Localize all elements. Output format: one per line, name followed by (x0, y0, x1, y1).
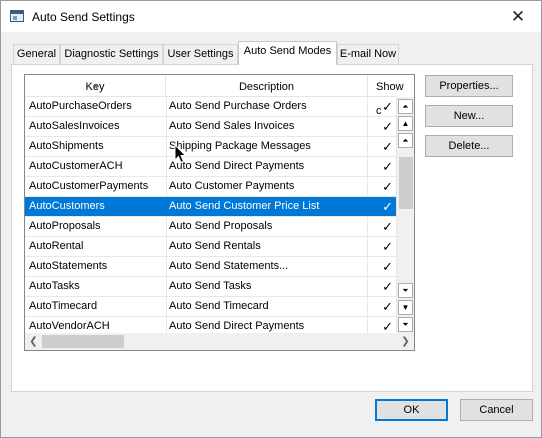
scroll-right-icon[interactable]: ❯ (397, 333, 414, 350)
horizontal-scroll-thumb[interactable] (42, 335, 124, 348)
scroll-left-icon[interactable]: ❮ (25, 333, 42, 350)
row-description: Auto Send Tasks (169, 280, 252, 292)
title-bar: Auto Send Settings ✕ (1, 1, 541, 32)
tab-auto-send-modes[interactable]: Auto Send Modes (238, 41, 337, 65)
scroll-to-top-icon[interactable]: ⏶ (398, 99, 413, 114)
scroll-page-up-icon[interactable]: ⏶ (398, 133, 413, 148)
row-description: Auto Send Direct Payments (169, 160, 305, 172)
row-description: Shipping Package Messages (169, 140, 311, 152)
table-row[interactable]: AutoProposals Auto Send Proposals ✓ (25, 217, 396, 237)
app-window-icon (10, 10, 24, 22)
cancel-button[interactable]: Cancel (460, 399, 533, 421)
tab-email-now[interactable]: E-mail Now (337, 44, 399, 64)
row-key: AutoSalesInvoices (29, 120, 120, 132)
auto-send-settings-window: Auto Send Settings ✕ General Diagnostic … (0, 0, 542, 438)
scroll-to-bottom-icon[interactable]: ⏷ (398, 317, 413, 332)
checkmark-icon[interactable]: ✓ (368, 277, 396, 297)
checkmark-icon[interactable]: ✓ (368, 157, 396, 177)
auto-send-modes-list[interactable]: ▼ Key Description Show c AutoPurchaseOrd… (24, 74, 415, 351)
close-button[interactable]: ✕ (495, 1, 541, 32)
row-key: AutoShipments (29, 140, 104, 152)
row-key: AutoRental (29, 240, 84, 252)
checkmark-icon[interactable]: ✓ (368, 97, 396, 117)
checkmark-icon[interactable]: ✓ (368, 217, 396, 237)
row-key: AutoTimecard (29, 300, 98, 312)
row-description: Auto Send Timecard (169, 300, 269, 312)
row-description: Auto Send Proposals (169, 220, 273, 232)
scroll-down-icon[interactable]: ▼ (398, 300, 413, 315)
row-description: Auto Send Customer Price List (169, 200, 320, 212)
row-description: Auto Send Rentals (169, 240, 261, 252)
checkmark-icon[interactable]: ✓ (368, 177, 396, 197)
row-key: AutoProposals (29, 220, 101, 232)
row-key: AutoCustomerACH (29, 160, 123, 172)
tab-general[interactable]: General (13, 44, 60, 64)
properties-button[interactable]: Properties... (425, 75, 513, 97)
table-row[interactable]: AutoCustomerACH Auto Send Direct Payment… (25, 157, 396, 177)
table-row[interactable]: AutoTimecard Auto Send Timecard ✓ (25, 297, 396, 317)
row-key: AutoCustomers (29, 200, 105, 212)
vertical-scrollbar[interactable]: ⏶ ▲ ⏶ ⏷ ▼ ⏷ (396, 97, 414, 337)
scroll-up-icon[interactable]: ▲ (398, 116, 413, 131)
row-key: AutoStatements (29, 260, 108, 272)
row-description: Auto Send Statements... (169, 260, 289, 272)
checkmark-icon[interactable]: ✓ (368, 297, 396, 317)
table-row[interactable]: AutoTasks Auto Send Tasks ✓ (25, 277, 396, 297)
checkmark-icon[interactable]: ✓ (368, 197, 396, 217)
vertical-scroll-thumb[interactable] (399, 157, 413, 209)
checkmark-icon[interactable]: ✓ (368, 237, 396, 257)
row-key: AutoTasks (29, 280, 80, 292)
row-description: Auto Send Sales Invoices (169, 120, 295, 132)
delete-button[interactable]: Delete... (425, 135, 513, 157)
table-row-selected[interactable]: AutoCustomers Auto Send Customer Price L… (25, 197, 396, 217)
checkmark-icon[interactable]: ✓ (368, 117, 396, 137)
scroll-page-down-icon[interactable]: ⏷ (398, 283, 413, 298)
row-key: AutoPurchaseOrders (29, 100, 132, 112)
checkmark-icon[interactable]: ✓ (368, 257, 396, 277)
list-header: ▼ Key Description Show c (25, 75, 404, 117)
checkmark-icon[interactable]: ✓ (368, 137, 396, 157)
horizontal-scrollbar[interactable]: ❮ ❯ (25, 333, 414, 350)
row-description: Auto Customer Payments (169, 180, 295, 192)
window-title: Auto Send Settings (32, 10, 135, 24)
new-button[interactable]: New... (425, 105, 513, 127)
tab-user-settings[interactable]: User Settings (163, 44, 238, 64)
row-description: Auto Send Purchase Orders (169, 100, 307, 112)
row-key: AutoCustomerPayments (29, 180, 149, 192)
column-header-key[interactable]: ▼ Key (25, 75, 166, 97)
table-row[interactable]: AutoRental Auto Send Rentals ✓ (25, 237, 396, 257)
table-row[interactable]: AutoPurchaseOrders Auto Send Purchase Or… (25, 97, 396, 117)
mouse-pointer-icon (174, 144, 187, 164)
table-row[interactable]: AutoShipments Shipping Package Messages … (25, 137, 396, 157)
ok-button[interactable]: OK (375, 399, 448, 421)
scrollbar-corner (414, 333, 415, 350)
table-row[interactable]: AutoSalesInvoices Auto Send Sales Invoic… (25, 117, 396, 137)
table-row[interactable]: AutoCustomerPayments Auto Customer Payme… (25, 177, 396, 197)
column-header-show[interactable]: Show c (368, 75, 404, 117)
table-row[interactable]: AutoStatements Auto Send Statements... ✓ (25, 257, 396, 277)
tab-diagnostic-settings[interactable]: Diagnostic Settings (60, 44, 163, 64)
column-header-description[interactable]: Description (166, 75, 368, 97)
